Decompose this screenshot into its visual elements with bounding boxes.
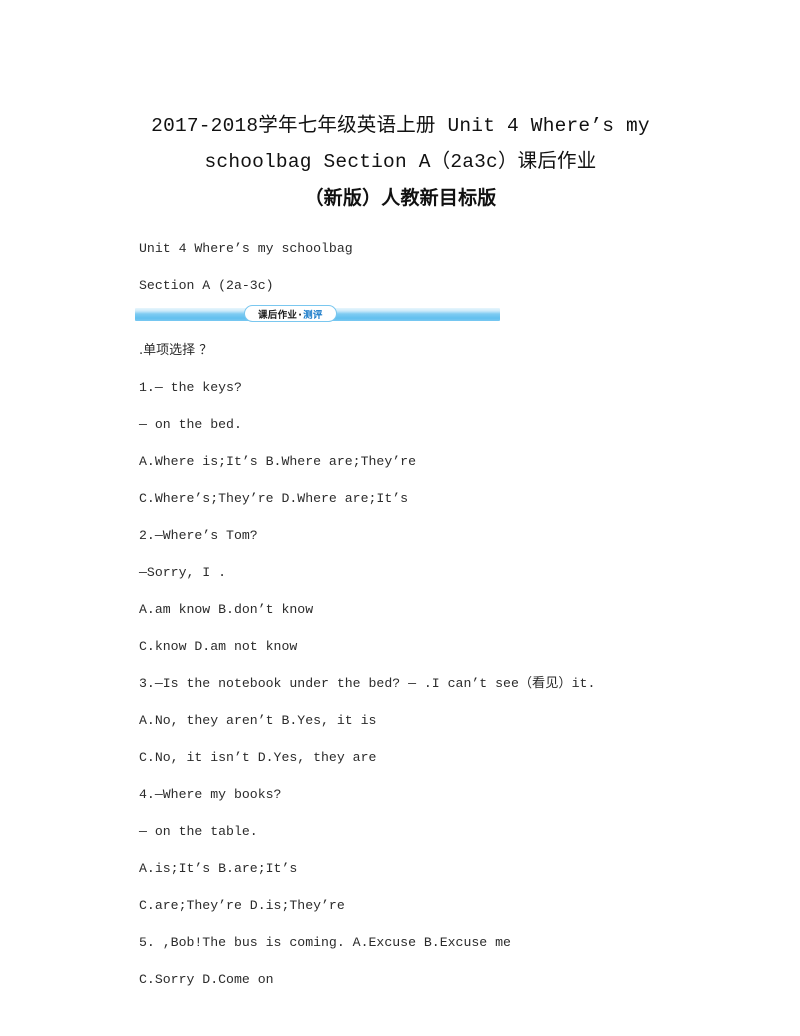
question-stem: 2.—Where’s Tom? [139,528,258,543]
question-options: A.am know B.don’t know [139,602,314,617]
question-options: A.is;It’s B.are;It’s [139,861,298,876]
title-line-3: （新版）人教新目标版 [304,187,497,209]
question-options: A.No, they aren’t B.Yes, it is [139,713,377,728]
question-options: C.are;They’re D.is;They’re [139,898,345,913]
section-heading: Section A (2a-3c) [139,278,274,293]
question-stem: — on the table. [139,824,258,839]
document-page: 2017-2018学年七年级英语上册 Unit 4 Where’s my sch… [0,0,800,1036]
homework-banner: 课后作业·测评 [135,305,500,322]
question-stem: —Sorry, I . [139,565,227,580]
question-stem: 1.— the keys? [139,380,242,395]
question-options: C.know D.am not know [139,639,298,654]
banner-capsule: 课后作业·测评 [244,305,337,322]
banner-label-main: 课后作业 [258,309,298,321]
document-body: Unit 4 Where’s my schoolbag Section A (2… [135,241,759,988]
question-options: C.Where’s;They’re D.Where are;It’s [139,491,409,506]
question-stem: 3.—Is the notebook under the bed? — .I c… [139,676,596,691]
question-stem: 4.—Where my books? [139,787,282,802]
banner-label: 课后作业·测评 [258,307,323,321]
banner-label-accent: 测评 [303,309,323,321]
title-line-2: schoolbag Section A（2a3c）课后作业 [204,151,597,173]
title-line-1: 2017-2018学年七年级英语上册 Unit 4 Where’s my [151,115,650,137]
question-stem: 5. ,Bob!The bus is coming. A.Excuse B.Ex… [139,935,511,950]
page-title: 2017-2018学年七年级英语上册 Unit 4 Where’s my sch… [128,108,673,216]
question-stem: — on the bed. [139,417,242,432]
question-options: C.No, it isn’t D.Yes, they are [139,750,377,765]
question-options: A.Where is;It’s B.Where are;They’re [139,454,416,469]
section-title: .单项选择 ？ [139,343,213,358]
unit-heading: Unit 4 Where’s my schoolbag [139,241,353,256]
question-options: C.Sorry D.Come on [139,972,274,987]
